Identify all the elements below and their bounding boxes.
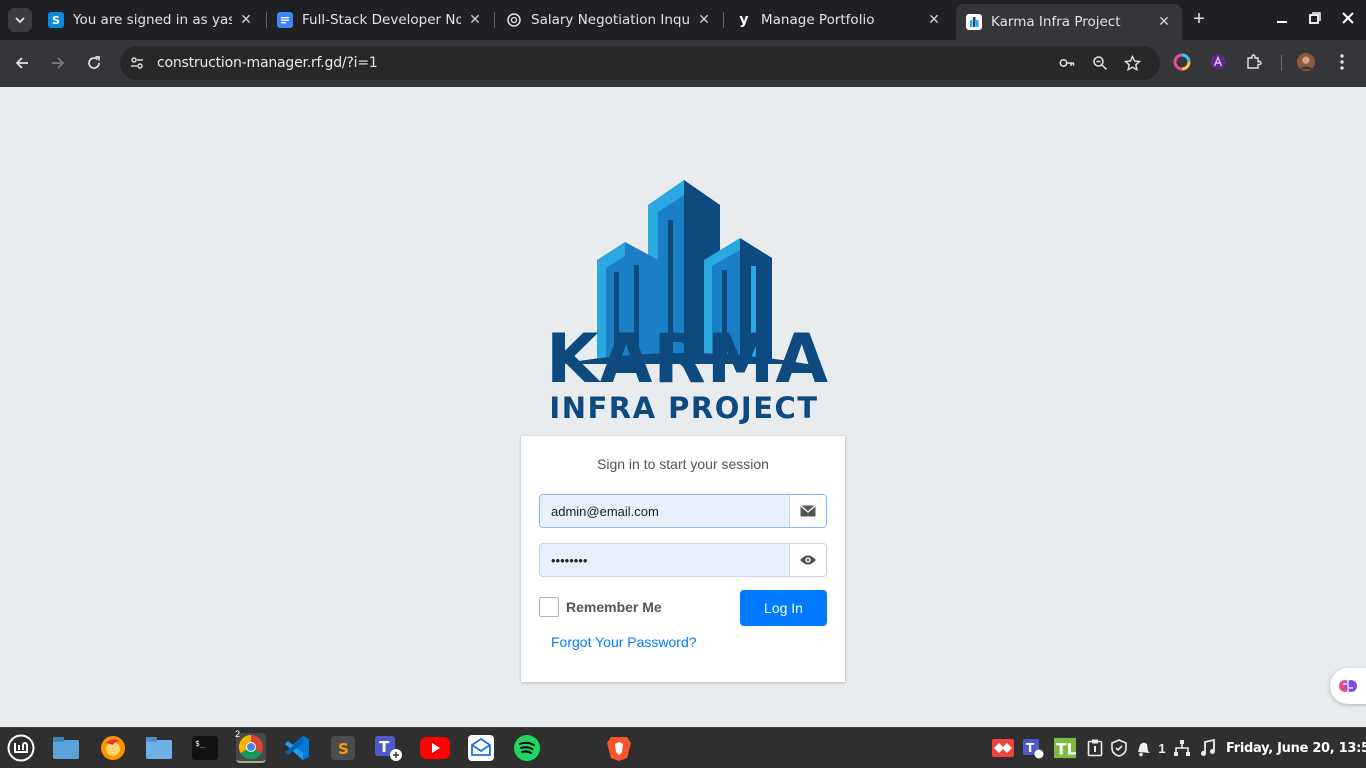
tab-karma-infra[interactable]: Karma Infra Project ✕ xyxy=(956,4,1182,40)
profile-avatar[interactable] xyxy=(1296,52,1316,72)
teams-icon[interactable]: T xyxy=(374,733,404,763)
tab-developer-notes[interactable]: Full-Stack Developer Notes ✕ xyxy=(267,4,493,36)
music-note-icon[interactable] xyxy=(1197,737,1219,759)
new-tab-button[interactable]: + xyxy=(1188,8,1210,32)
login-button[interactable]: Log In xyxy=(740,590,827,626)
network-icon[interactable] xyxy=(1171,737,1193,759)
browser-menu-icon[interactable] xyxy=(1332,52,1352,72)
login-card: Sign in to start your session Remember M… xyxy=(521,436,845,682)
svg-text:TL: TL xyxy=(1056,740,1076,758)
minimize-icon xyxy=(1277,21,1287,23)
teams-tray-icon[interactable]: T xyxy=(1022,737,1044,759)
vscode-icon[interactable] xyxy=(282,733,312,763)
close-icon xyxy=(1342,12,1354,24)
mail-icon[interactable] xyxy=(466,733,496,763)
email-input-group xyxy=(539,494,827,528)
svg-text:T: T xyxy=(379,738,390,756)
forgot-password-link[interactable]: Forgot Your Password? xyxy=(551,634,697,650)
close-window-button[interactable] xyxy=(1338,8,1358,32)
system-taskbar: $_ 2 S T T TL 1 Friday, June 20, 13:51 xyxy=(0,727,1366,768)
reload-icon xyxy=(88,56,100,69)
site-settings-icon[interactable] xyxy=(128,54,146,72)
sublime-icon[interactable]: S xyxy=(328,733,358,763)
tab-title: Salary Negotiation Inquiry xyxy=(531,12,690,28)
back-button[interactable] xyxy=(11,52,33,74)
page-content: KARMA INFRA PROJECT Sign in to start you… xyxy=(0,87,1366,727)
envelope-icon xyxy=(789,495,826,527)
extensions-puzzle-icon[interactable] xyxy=(1244,52,1264,72)
s-logo-icon: S xyxy=(48,12,64,28)
brain-icon xyxy=(1339,680,1357,692)
arrow-right-icon xyxy=(52,57,65,69)
chrome-badge: 2 xyxy=(235,729,241,739)
close-icon[interactable]: ✕ xyxy=(696,12,712,28)
mint-menu-icon[interactable] xyxy=(6,733,36,763)
eye-icon[interactable] xyxy=(789,544,826,576)
zoom-icon[interactable] xyxy=(1091,54,1109,72)
reload-button[interactable] xyxy=(83,52,105,74)
tab-signed-in[interactable]: S You are signed in as yashg ✕ xyxy=(38,4,264,36)
maximize-button[interactable] xyxy=(1305,8,1325,32)
browser-toolbar: construction-manager.rf.gd/?i=1 xyxy=(0,40,1366,87)
remember-me[interactable]: Remember Me xyxy=(539,597,662,617)
terminal-icon[interactable]: $_ xyxy=(190,733,220,763)
forward-button[interactable] xyxy=(47,52,69,74)
workspace-count[interactable]: 1 xyxy=(1151,737,1173,759)
tab-title: Karma Infra Project xyxy=(991,14,1121,30)
toolbar-separator xyxy=(1281,55,1282,71)
chevron-down-icon xyxy=(15,17,25,24)
system-clock[interactable]: Friday, June 20, 13:51 xyxy=(1226,741,1366,756)
tab-title: You are signed in as yashg xyxy=(73,12,232,28)
folder-icon[interactable] xyxy=(144,733,174,763)
close-icon[interactable]: ✕ xyxy=(238,12,254,28)
svg-text:$_: $_ xyxy=(195,739,205,748)
shield-tray-icon[interactable] xyxy=(1108,737,1130,759)
url-text[interactable]: construction-manager.rf.gd/?i=1 xyxy=(157,55,378,71)
login-message: Sign in to start your session xyxy=(597,456,769,472)
ai-extension-icon[interactable] xyxy=(1208,52,1228,72)
remember-label: Remember Me xyxy=(566,599,662,615)
tab-title: Manage Portfolio xyxy=(761,12,875,28)
openai-icon xyxy=(506,12,522,28)
svg-text:S: S xyxy=(338,740,349,758)
chrome-icon[interactable]: 2 xyxy=(235,729,266,763)
close-icon[interactable]: ✕ xyxy=(1156,14,1172,30)
tab-separator xyxy=(723,12,724,28)
brave-icon[interactable] xyxy=(604,733,634,763)
color-extension-icon[interactable] xyxy=(1172,52,1192,72)
tab-search-button[interactable] xyxy=(8,8,32,32)
close-icon[interactable]: ✕ xyxy=(926,12,942,28)
address-bar[interactable]: construction-manager.rf.gd/?i=1 xyxy=(120,46,1160,80)
files-icon[interactable] xyxy=(51,733,81,763)
password-field[interactable] xyxy=(540,544,790,576)
timeline-tray-icon[interactable]: TL xyxy=(1054,737,1076,759)
arrow-left-icon xyxy=(15,57,28,69)
tab-manage-portfolio[interactable]: y Manage Portfolio ✕ xyxy=(726,4,952,36)
logo-subtitle: INFRA PROJECT xyxy=(549,391,819,425)
remember-checkbox[interactable] xyxy=(539,597,559,617)
y-logo-icon: y xyxy=(739,12,749,28)
ai-assistant-floating-button[interactable] xyxy=(1330,668,1366,704)
karma-icon xyxy=(966,14,982,30)
email-field[interactable] xyxy=(540,495,790,527)
firefox-icon[interactable] xyxy=(98,733,128,763)
tab-salary-negotiation[interactable]: Salary Negotiation Inquiry ✕ xyxy=(496,4,722,36)
logo-title: KARMA xyxy=(546,320,829,399)
anydesk-tray-icon[interactable] xyxy=(992,737,1014,759)
close-icon[interactable]: ✕ xyxy=(467,12,483,28)
password-key-icon[interactable] xyxy=(1058,54,1076,72)
clipboard-tray-icon[interactable] xyxy=(1084,737,1106,759)
youtube-icon[interactable] xyxy=(420,733,450,763)
minimize-button[interactable] xyxy=(1272,8,1292,32)
restore-icon xyxy=(1309,12,1321,24)
bookmark-star-icon[interactable] xyxy=(1123,54,1141,72)
docs-icon xyxy=(277,12,293,28)
svg-text:T: T xyxy=(1026,741,1035,755)
tab-title: Full-Stack Developer Notes xyxy=(302,12,461,28)
spotify-icon[interactable] xyxy=(512,733,542,763)
tab-strip: S You are signed in as yashg ✕ Full-Stac… xyxy=(0,0,1366,40)
password-input-group xyxy=(539,543,827,577)
tab-separator xyxy=(494,12,495,28)
